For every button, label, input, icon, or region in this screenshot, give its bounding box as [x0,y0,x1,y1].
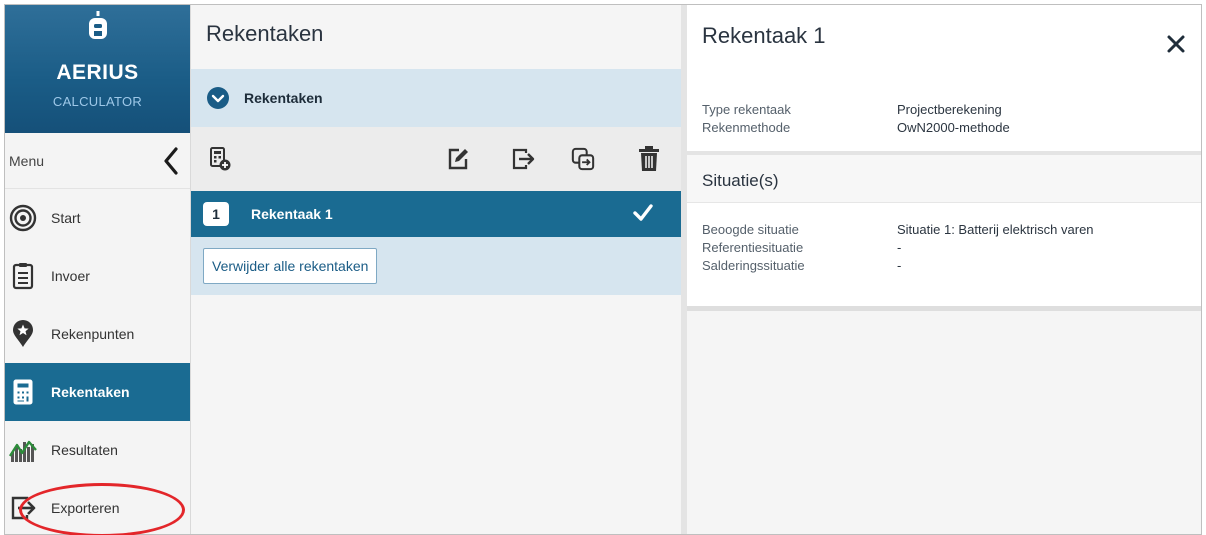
app-window: AERIUS CALCULATOR Menu Start Invoer Reke… [4,4,1202,535]
sidebar-item-invoer[interactable]: Invoer [5,247,190,305]
task-name: Rekentaak 1 [251,206,333,222]
panel-title: Rekentaken [206,21,324,46]
trash-icon [639,146,659,171]
menu-header: Menu [5,133,190,189]
copy-icon [571,147,595,171]
sidebar-item-label: Rekentaken [51,384,130,400]
type-label: Type rekentaak [702,102,791,117]
task-group-header[interactable]: Rekentaken [191,69,681,127]
situation-value: - [897,258,902,273]
sidebar-item-rekenpunten[interactable]: Rekenpunten [5,305,190,363]
clipboard-icon [9,262,37,290]
brand-subtitle: CALCULATOR [52,94,143,109]
target-icon [9,204,37,232]
add-task-button[interactable] [208,146,232,172]
situation-label: Salderingssituatie [702,258,805,273]
sidebar-item-label: Invoer [51,268,90,284]
task-detail-panel: Rekentaak 1 Type rekentaak Projectbereke… [687,5,1201,534]
chevron-down-circle-icon [207,87,229,109]
brand-name: AERIUS [56,61,139,84]
task-detail-header: Rekentaak 1 Type rekentaak Projectbereke… [687,5,1201,155]
results-chart-icon [9,436,37,464]
map-pin-star-icon [9,320,37,348]
task-number-badge: 1 [203,202,229,226]
export-task-button[interactable] [511,146,535,172]
delete-all-tasks-button[interactable]: Verwijder alle rekentaken [203,248,378,284]
task-group-label: Rekentaken [244,90,323,106]
sidebar-item-label: Start [51,210,81,226]
delete-all-wrapper: Verwijder alle rekentaken [191,237,681,295]
delete-task-button[interactable] [637,146,661,172]
situations-title: Situatie(s) [687,155,1201,203]
situation-value: - [897,240,902,255]
edit-icon [448,148,468,170]
checkmark-icon [633,204,653,221]
brand-header: AERIUS CALCULATOR [5,5,190,133]
sidebar-item-rekentaken[interactable]: Rekentaken [5,363,190,421]
method-value: OwN2000-methode [897,120,1010,135]
sidebar-item-label: Rekenpunten [51,326,135,342]
export-icon [9,494,37,522]
sidebar-item-label: Resultaten [51,442,118,458]
sidebar-item-exporteren[interactable]: Exporteren [5,479,190,534]
chevron-left-icon [164,146,178,175]
type-value: Projectberekening [897,102,1002,117]
task-toolbar [191,127,681,191]
menu-collapse-button[interactable] [160,146,182,176]
detail-title: Rekentaak 1 [702,23,826,48]
calculation-tasks-panel: Rekentaken Rekentaken 1 Rekentaak 1 Verw… [191,5,687,534]
sidebar-item-start[interactable]: Start [5,189,190,247]
task-group: Rekentaken 1 Rekentaak 1 Verwijder alle … [191,69,681,295]
task-row[interactable]: 1 Rekentaak 1 [191,191,681,237]
edit-task-button[interactable] [446,146,470,172]
menu-label: Menu [9,152,45,169]
duplicate-task-button[interactable] [571,146,595,172]
export-icon [512,148,535,170]
close-icon[interactable] [1165,33,1187,55]
calculator-icon [9,378,37,406]
sidebar-item-resultaten[interactable]: Resultaten [5,421,190,479]
sidebar: AERIUS CALCULATOR Menu Start Invoer Reke… [5,5,191,534]
situations-block: Situatie(s) Beoogde situatie Situatie 1:… [687,155,1201,311]
method-label: Rekenmethode [702,120,791,135]
situation-value: Situatie 1: Batterij elektrisch varen [897,222,1094,237]
sidebar-item-label: Exporteren [51,500,120,516]
add-calculation-icon [210,147,231,171]
situation-label: Referentiesituatie [702,240,804,255]
situation-label: Beoogde situatie [702,222,799,237]
aerius-logo-icon [88,11,107,39]
